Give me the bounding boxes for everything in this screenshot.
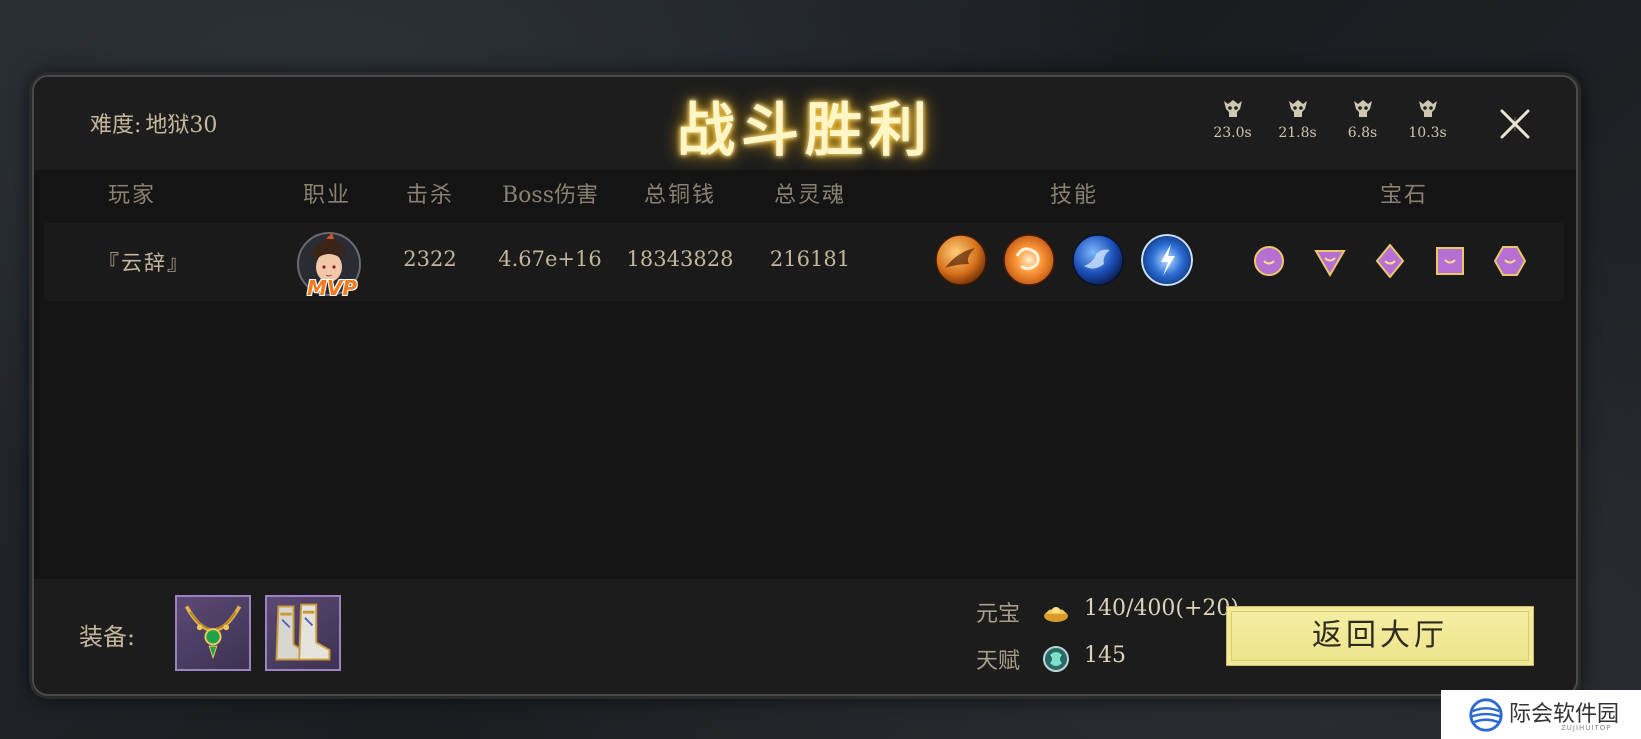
column-header-kills: 击杀 xyxy=(405,183,454,208)
boss-timer: 6.8s xyxy=(1330,97,1395,141)
globe-logo-icon xyxy=(1469,698,1503,732)
column-header-player: 玩家 xyxy=(107,183,156,208)
column-header-soul: 总灵魂 xyxy=(773,183,846,208)
boss-timers: 23.0s 21.8s 6.8s 10.3s xyxy=(1200,97,1460,141)
square-gem-icon[interactable] xyxy=(1433,244,1467,278)
diamond-gem-icon[interactable] xyxy=(1373,244,1407,278)
circle-gem-icon[interactable] xyxy=(1252,244,1286,278)
gold-ingot-icon xyxy=(1044,607,1068,622)
fire-orb-skill-icon[interactable] xyxy=(1003,234,1055,286)
column-header-gems: 宝石 xyxy=(1379,183,1428,208)
hexagon-gem-icon[interactable] xyxy=(1493,244,1527,278)
boss-timer: 10.3s xyxy=(1395,97,1460,141)
boss-timer: 23.0s xyxy=(1200,97,1265,141)
equipment-label: 装备: xyxy=(79,623,136,651)
boss-skull-icon xyxy=(1223,100,1242,117)
talent-value: 145 xyxy=(1084,643,1126,668)
column-header-copper: 总铜钱 xyxy=(643,183,716,208)
fire-slash-skill-icon[interactable] xyxy=(935,234,987,286)
yuanbao-label: 元宝 xyxy=(976,602,1021,627)
battle-result-panel: 难度: 地狱30 战斗胜利 23.0s 21.8s 6.8s 10.3s 玩家 职… xyxy=(32,75,1578,696)
boss-skull-icon xyxy=(1288,100,1307,117)
boots-icon xyxy=(275,603,331,661)
talent-gem-icon xyxy=(1043,646,1069,672)
watermark: 际会软件园 ZUJIHUITOP xyxy=(1441,690,1641,739)
triangle-gem-icon[interactable] xyxy=(1313,244,1347,278)
column-header-class: 职业 xyxy=(302,183,351,208)
yuanbao-value: 140/400(+20) xyxy=(1084,596,1239,621)
water-wave-skill-icon[interactable] xyxy=(1072,234,1124,286)
column-header-skills: 技能 xyxy=(1049,183,1098,208)
kills-value: 2322 xyxy=(403,247,457,271)
boss-skull-icon xyxy=(1353,100,1372,117)
lightning-orb-skill-icon[interactable] xyxy=(1141,234,1193,286)
player-name: 『云辞』 xyxy=(98,251,190,275)
mvp-badge: MVP xyxy=(306,276,358,300)
equipment-slot-boots[interactable] xyxy=(265,595,341,671)
boss-timer-value: 21.8s xyxy=(1278,125,1317,141)
boss-timer: 21.8s xyxy=(1265,97,1330,141)
boss-damage-value: 4.67e+16 xyxy=(498,247,602,271)
soul-value: 216181 xyxy=(769,247,851,271)
talent-label: 天赋 xyxy=(976,649,1021,674)
watermark-subtext: ZUJIHUITOP xyxy=(1561,724,1612,732)
boss-timer-value: 23.0s xyxy=(1213,125,1252,141)
return-lobby-button[interactable]: 返回大厅 xyxy=(1226,606,1534,666)
copper-value: 18343828 xyxy=(626,247,734,271)
column-header-boss-damage: Boss伤害 xyxy=(502,183,598,208)
equipment-slot-necklace[interactable] xyxy=(175,595,251,671)
necklace-icon xyxy=(184,605,242,660)
boss-timer-value: 10.3s xyxy=(1408,125,1447,141)
close-icon[interactable] xyxy=(1498,107,1532,141)
boss-timer-value: 6.8s xyxy=(1347,125,1378,141)
boss-skull-icon xyxy=(1418,100,1437,117)
